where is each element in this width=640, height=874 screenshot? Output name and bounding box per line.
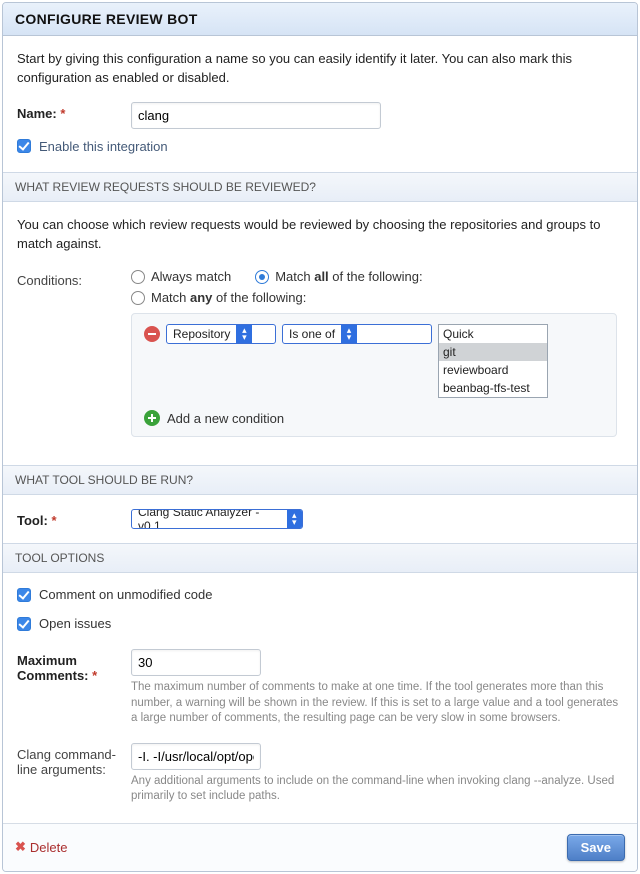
- remove-condition-icon[interactable]: [144, 326, 160, 342]
- radio-always-label: Always match: [151, 269, 231, 284]
- save-button[interactable]: Save: [567, 834, 625, 861]
- plus-icon: [144, 410, 160, 426]
- delete-button[interactable]: ✖ Delete: [15, 839, 67, 855]
- max-comments-label: Maximum Comments: *: [17, 649, 117, 683]
- radio-always-match[interactable]: [131, 270, 145, 284]
- max-comments-input[interactable]: [131, 649, 261, 676]
- tool-header: WHAT TOOL SHOULD BE RUN?: [3, 465, 637, 495]
- name-label: Name: *: [17, 102, 117, 121]
- close-icon: ✖: [15, 839, 26, 855]
- tool-options-section: Comment on unmodified code Open issues M…: [3, 573, 637, 823]
- condition-operator-select[interactable]: Is one of ▴▾: [282, 324, 432, 344]
- condition-value-list[interactable]: Quick git reviewboard beanbag-tfs-test: [438, 324, 548, 398]
- conditions-box: Repository ▴▾ Is one of ▴▾ Quick git rev…: [131, 313, 617, 437]
- radio-match-any-label: Match any of the following:: [151, 290, 306, 305]
- clang-args-label: Clang command-line arguments:: [17, 743, 117, 777]
- tool-section: Tool: * Clang Static Analyzer - v0.1 ▴▾: [3, 495, 637, 543]
- repo-option[interactable]: git: [439, 343, 547, 361]
- intro-section: Start by giving this configuration a nam…: [3, 36, 637, 172]
- condition-row: Repository ▴▾ Is one of ▴▾ Quick git rev…: [144, 324, 604, 398]
- max-comments-help: The maximum number of comments to make a…: [131, 680, 621, 727]
- repo-option[interactable]: reviewboard: [439, 361, 547, 379]
- repo-option[interactable]: Quick: [439, 325, 547, 343]
- clang-args-help: Any additional arguments to include on t…: [131, 774, 621, 805]
- chevron-updown-icon: ▴▾: [341, 325, 357, 343]
- intro-text: Start by giving this configuration a nam…: [17, 50, 623, 88]
- tool-options-header: TOOL OPTIONS: [3, 543, 637, 573]
- chevron-updown-icon: ▴▾: [236, 325, 252, 343]
- open-issues-label: Open issues: [39, 616, 111, 631]
- panel-title: CONFIGURE REVIEW BOT: [3, 3, 637, 36]
- condition-field-select[interactable]: Repository ▴▾: [166, 324, 276, 344]
- tool-label: Tool: *: [17, 509, 117, 528]
- clang-args-input[interactable]: [131, 743, 261, 770]
- comment-unmodified-checkbox[interactable]: [17, 588, 31, 602]
- panel-footer: ✖ Delete Save: [3, 823, 637, 871]
- repo-option[interactable]: beanbag-tfs-test: [439, 379, 547, 397]
- review-requests-header: WHAT REVIEW REQUESTS SHOULD BE REVIEWED?: [3, 172, 637, 202]
- open-issues-checkbox[interactable]: [17, 617, 31, 631]
- tool-select[interactable]: Clang Static Analyzer - v0.1 ▴▾: [131, 509, 303, 529]
- conditions-label: Conditions:: [17, 269, 117, 288]
- review-requests-section: You can choose which review requests wou…: [3, 202, 637, 466]
- review-requests-text: You can choose which review requests wou…: [17, 216, 623, 254]
- chevron-updown-icon: ▴▾: [287, 510, 302, 528]
- name-input[interactable]: [131, 102, 381, 129]
- radio-match-all[interactable]: [255, 270, 269, 284]
- add-condition-button[interactable]: Add a new condition: [144, 410, 604, 426]
- add-condition-label: Add a new condition: [167, 411, 284, 426]
- configure-review-bot-panel: CONFIGURE REVIEW BOT Start by giving thi…: [2, 2, 638, 872]
- comment-unmodified-label: Comment on unmodified code: [39, 587, 212, 602]
- enable-integration-checkbox[interactable]: [17, 139, 31, 153]
- radio-match-any[interactable]: [131, 291, 145, 305]
- radio-match-all-label: Match all of the following:: [275, 269, 422, 284]
- enable-integration-label: Enable this integration: [39, 139, 168, 154]
